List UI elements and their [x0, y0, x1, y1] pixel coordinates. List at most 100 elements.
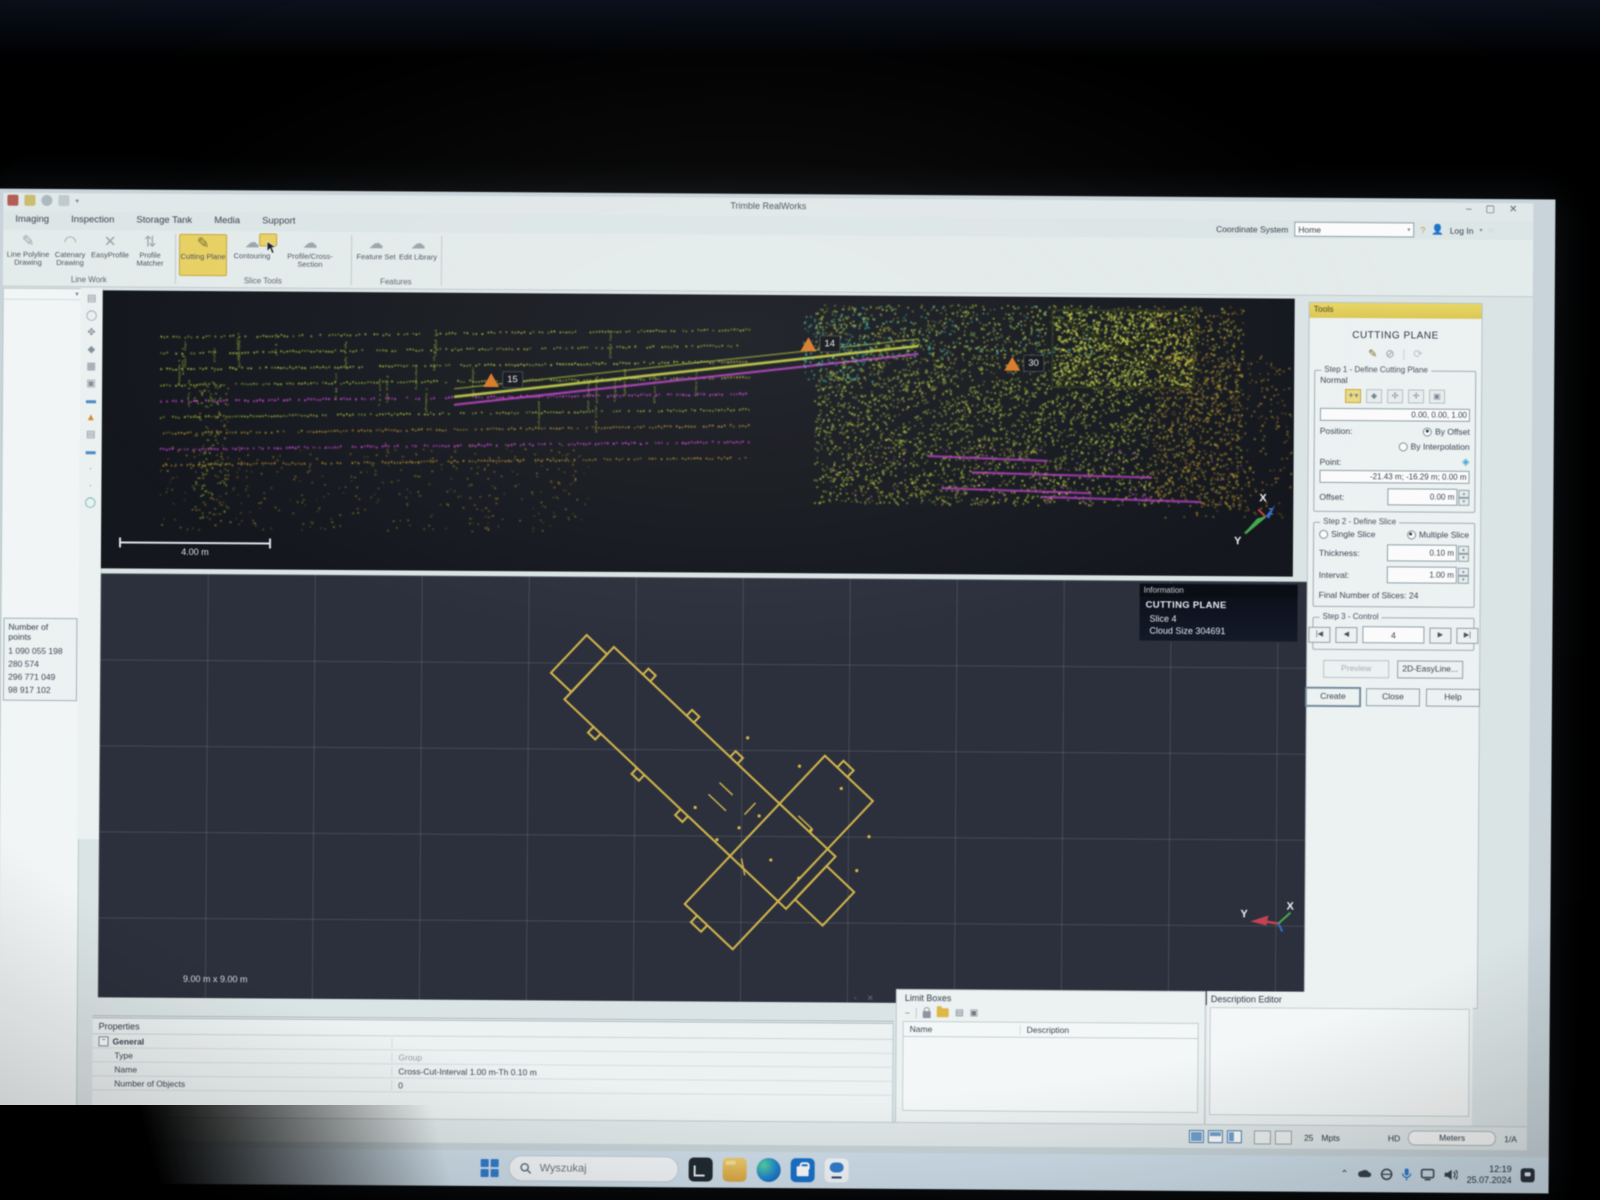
- cutting-plane-button[interactable]: ✎ Cutting Plane: [179, 234, 227, 276]
- feature-set-button[interactable]: ☁ Feature Set: [353, 235, 399, 275]
- close-button[interactable]: ✕: [1509, 204, 1517, 215]
- grid-icon[interactable]: ▣: [86, 379, 96, 389]
- description-editor-box[interactable]: [1209, 1007, 1470, 1117]
- pick-point-icon[interactable]: ◈: [1462, 457, 1470, 468]
- column-description[interactable]: Description: [1021, 1025, 1198, 1036]
- reset-icon[interactable]: ⟳: [1413, 347, 1422, 360]
- single-slice-radio[interactable]: Single Slice: [1319, 529, 1375, 539]
- edge-browser-icon[interactable]: [757, 1158, 781, 1182]
- tab-imaging[interactable]: Imaging: [15, 214, 49, 225]
- edit-plane-icon[interactable]: ✎: [1368, 347, 1377, 360]
- pick-normal-icon[interactable]: ✦▾: [1345, 389, 1361, 403]
- notification-icon[interactable]: [1521, 1168, 1535, 1182]
- microsoft-store-icon[interactable]: [791, 1158, 815, 1182]
- tools-panel-header[interactable]: Tools: [1310, 303, 1482, 319]
- layout-single-icon[interactable]: [1189, 1130, 1204, 1143]
- point-cloud-canvas[interactable]: [101, 290, 1295, 576]
- tab-inspection[interactable]: Inspection: [71, 214, 114, 225]
- annotation-marker-14[interactable]: 14: [800, 335, 840, 352]
- tray-chevron-icon[interactable]: ⌃: [1340, 1168, 1348, 1179]
- ribbon-options-icon[interactable]: ◌: [1488, 226, 1493, 235]
- taskbar-search[interactable]: [509, 1155, 679, 1182]
- panel-pin-close-icons[interactable]: ◦ ✕: [854, 994, 878, 1003]
- by-interpolation-radio[interactable]: By Interpolation: [1399, 441, 1470, 451]
- axis-y-normal-icon[interactable]: ✣: [1387, 389, 1403, 403]
- limit-boxes-table[interactable]: Name Description: [902, 1021, 1199, 1113]
- interval-spinner[interactable]: ▴▾: [1387, 566, 1469, 584]
- compass-icon[interactable]: ◯: [85, 498, 96, 508]
- onedrive-icon[interactable]: [1358, 1168, 1372, 1180]
- options-icon[interactable]: ∙: [89, 481, 92, 491]
- realworks-taskbar-icon[interactable]: [689, 1157, 713, 1181]
- profile-matcher-button[interactable]: ⇅ Profile Matcher: [127, 234, 173, 274]
- easyline-button[interactable]: 2D-EasyLine...: [1397, 660, 1463, 678]
- zoom-tool-icon[interactable]: ◆: [87, 345, 95, 355]
- settings-icon[interactable]: ▣: [970, 1007, 979, 1018]
- units-selector[interactable]: Meters: [1408, 1130, 1496, 1146]
- first-slice-button[interactable]: |◀: [1308, 626, 1330, 642]
- point-input[interactable]: [1319, 470, 1469, 484]
- open-folder-icon[interactable]: [937, 1008, 949, 1017]
- export-icon[interactable]: ▤: [955, 1007, 964, 1018]
- render-quality-label[interactable]: HD: [1388, 1133, 1400, 1143]
- help-button[interactable]: Help: [1426, 689, 1480, 707]
- layout-split-h-icon[interactable]: [1208, 1130, 1223, 1143]
- ribbon-collapse-icon[interactable]: ▾: [1479, 227, 1482, 234]
- slice-view-icon[interactable]: ▬: [86, 447, 96, 457]
- maximize-button[interactable]: ▢: [1485, 204, 1495, 215]
- by-offset-radio[interactable]: By Offset: [1423, 427, 1470, 437]
- login-button[interactable]: Log In: [1450, 225, 1474, 235]
- microphone-icon[interactable]: [1402, 1168, 1412, 1181]
- annotation-marker-15[interactable]: 15: [483, 371, 523, 388]
- network-icon[interactable]: [1381, 1168, 1393, 1180]
- line-polyline-drawing-button[interactable]: ✎ Line Polyline Drawing: [5, 233, 51, 273]
- coordinate-system-select[interactable]: Home▾: [1294, 222, 1414, 238]
- point-density-toggle-icon[interactable]: [1254, 1130, 1271, 1144]
- normal-vector-input[interactable]: [1320, 408, 1470, 422]
- axis-z-normal-icon[interactable]: ✛: [1408, 389, 1424, 403]
- custom-normal-icon[interactable]: ▣: [1429, 390, 1445, 404]
- viewport-plan[interactable]: Information CUTTING PLANE Slice 4 Cloud …: [98, 573, 1327, 1006]
- next-slice-button[interactable]: ▶: [1429, 627, 1451, 643]
- panel-collapse-icon[interactable]: ▾: [75, 290, 79, 298]
- column-name[interactable]: Name: [904, 1024, 1021, 1035]
- tab-storage-tank[interactable]: Storage Tank: [136, 215, 192, 226]
- close-panel-button[interactable]: Close: [1366, 688, 1420, 706]
- lock-icon[interactable]: [923, 1011, 931, 1018]
- preview-button[interactable]: Preview: [1323, 660, 1389, 678]
- multiple-slice-radio[interactable]: Multiple Slice: [1407, 529, 1469, 539]
- segment-icon[interactable]: ▦: [86, 362, 96, 372]
- help-icon[interactable]: ?: [1420, 225, 1425, 235]
- file-explorer-icon[interactable]: [723, 1158, 747, 1182]
- last-slice-button[interactable]: ▶|: [1456, 627, 1478, 643]
- warning-marker-icon[interactable]: ▲: [86, 413, 96, 423]
- minimize-button[interactable]: –: [1466, 204, 1472, 215]
- offset-spinner[interactable]: ▴▾: [1387, 488, 1469, 506]
- pinned-app-icon[interactable]: [825, 1158, 849, 1182]
- point-color-toggle-icon[interactable]: [1275, 1130, 1292, 1144]
- annotation-marker-30[interactable]: 30: [1004, 355, 1044, 372]
- axis-x-normal-icon[interactable]: ◆: [1366, 389, 1382, 403]
- profile-cross-section-button[interactable]: ☁ Profile/Cross-Section: [277, 235, 343, 275]
- disable-plane-icon[interactable]: ⊘: [1385, 347, 1394, 360]
- point-size-icon[interactable]: ∙: [89, 464, 92, 474]
- edit-library-button[interactable]: ☁ Edit Library: [395, 235, 441, 275]
- remove-limit-box-icon[interactable]: −: [905, 1007, 910, 1017]
- viewport-3d[interactable]: 15 14 30 4.00 m X Z: [101, 290, 1295, 576]
- taskbar-clock[interactable]: 12:19 25.07.2024: [1467, 1164, 1512, 1186]
- tab-media[interactable]: Media: [214, 215, 240, 226]
- pan-icon[interactable]: ✥: [87, 328, 95, 338]
- previous-slice-button[interactable]: ◀: [1335, 626, 1357, 642]
- slice-index-input[interactable]: [1362, 626, 1424, 643]
- create-button[interactable]: Create: [1306, 688, 1360, 706]
- render-mode-icon[interactable]: ▤: [87, 294, 97, 304]
- start-button[interactable]: [481, 1159, 499, 1177]
- display-icon[interactable]: [1421, 1169, 1435, 1181]
- tab-support[interactable]: Support: [262, 215, 295, 226]
- orbit-icon[interactable]: ◯: [86, 311, 97, 321]
- layout-split-v-icon[interactable]: [1227, 1130, 1242, 1143]
- measure-icon[interactable]: ▤: [86, 430, 96, 440]
- collapse-general-icon[interactable]: −: [99, 1036, 109, 1046]
- search-input[interactable]: [538, 1161, 652, 1176]
- volume-icon[interactable]: [1444, 1169, 1458, 1181]
